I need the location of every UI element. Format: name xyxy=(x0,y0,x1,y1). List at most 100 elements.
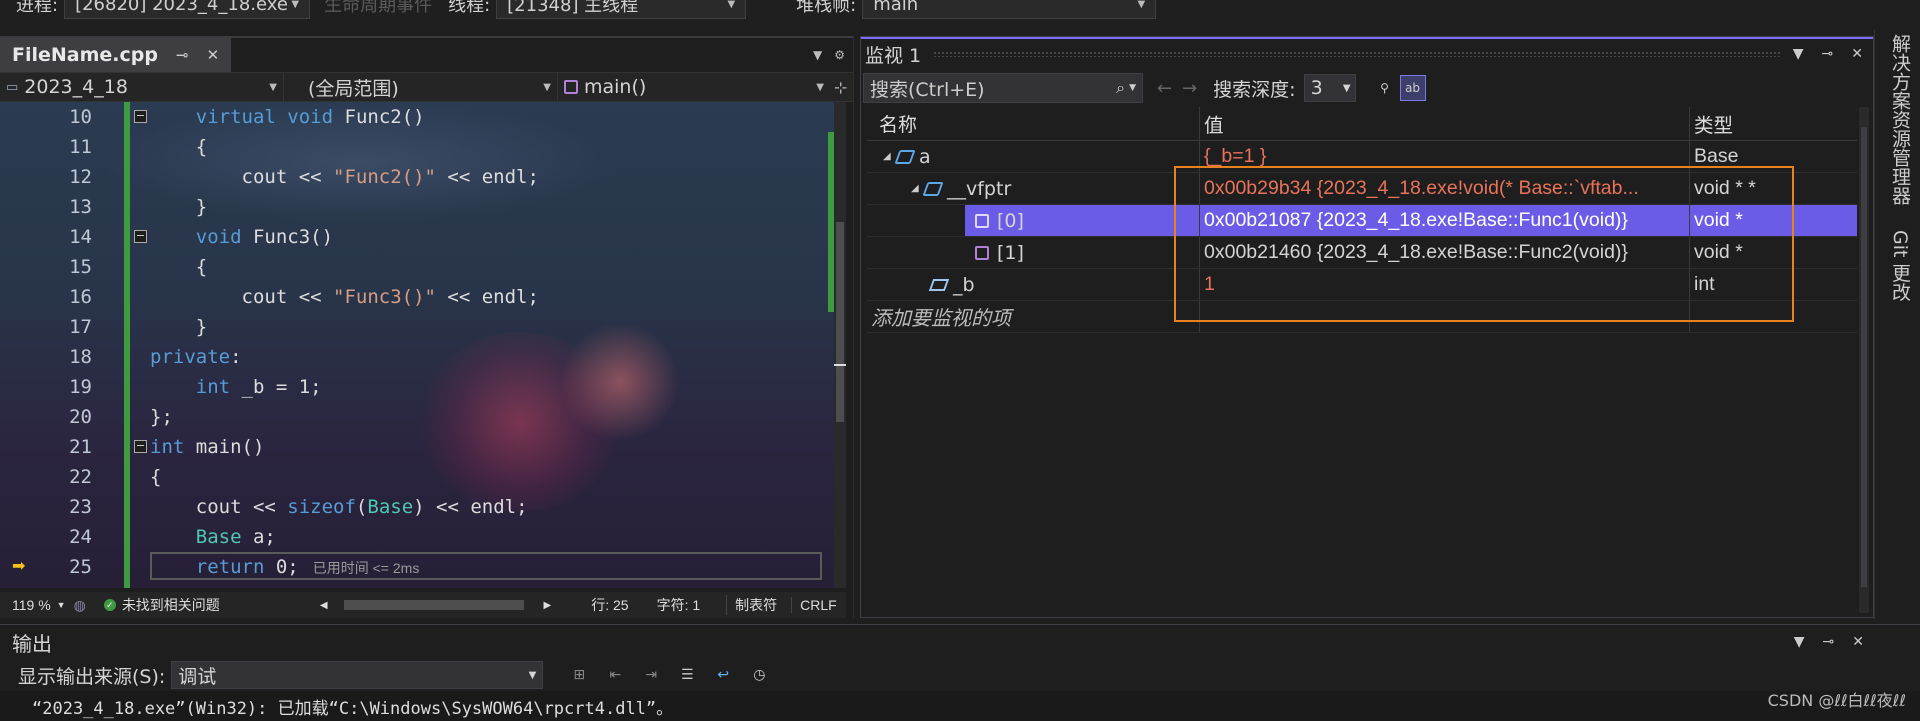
code-text: cout << "Func3()" << endl; xyxy=(150,286,539,308)
code-line[interactable]: 22 { xyxy=(0,462,830,492)
code-line[interactable]: 19 int _b = 1; xyxy=(0,372,830,402)
hex-display-toggle-icon[interactable]: ab xyxy=(1399,75,1426,101)
split-editor-icon[interactable]: ⊹ xyxy=(834,78,847,97)
code-line[interactable]: 26} xyxy=(0,582,830,588)
watch-row-value[interactable]: {_b=1 } xyxy=(1200,141,1690,172)
tab-filename-cpp[interactable]: FileName.cpp ⊸ ✕ xyxy=(0,38,232,72)
code-line[interactable]: 18 private: xyxy=(0,342,830,372)
lifecycle-events-button[interactable]: 生命周期事件 xyxy=(324,0,432,17)
watch-row-value[interactable]: 0x00b29b34 {2023_4_18.exe!void(* Base::`… xyxy=(1200,173,1690,204)
find-message-icon[interactable]: ⊞ xyxy=(567,663,591,687)
code-line[interactable]: 11 { xyxy=(0,132,830,162)
scrollbar-thumb[interactable] xyxy=(836,222,844,422)
scroll-left-icon[interactable]: ◀ xyxy=(320,600,328,611)
code-line[interactable]: 15 { xyxy=(0,252,830,282)
fold-toggle-icon[interactable]: − xyxy=(134,230,147,243)
process-dropdown[interactable]: [26820] 2023_4_18.exe ▼ xyxy=(64,0,311,19)
column-header-name[interactable]: 名称 xyxy=(867,107,1200,140)
code-line[interactable]: 13 } xyxy=(0,192,830,222)
code-line[interactable]: 24 Base a; xyxy=(0,522,830,552)
git-changes-tab[interactable]: Git 更改 xyxy=(1887,230,1914,302)
column-header-value[interactable]: 值 xyxy=(1200,107,1690,140)
line-indicator[interactable]: 行: 25 xyxy=(591,595,628,615)
close-icon[interactable]: ✕ xyxy=(1852,634,1864,650)
thread-dropdown[interactable]: [21348] 主线程 ▼ xyxy=(496,0,747,19)
char-indicator[interactable]: 字符: 1 xyxy=(657,595,701,615)
watch-row[interactable]: ◢ a {_b=1 } Base xyxy=(867,141,1857,173)
solution-explorer-tab[interactable]: 解决方案资源管理器 xyxy=(1887,34,1914,205)
drag-handle[interactable] xyxy=(933,51,1781,57)
watch-window: 监视 1 ▼ ⊸ ✕ 搜索(Ctrl+E) ⌕ ▼ ←→ 搜索深度: 3 ▼ ⚲… xyxy=(860,36,1874,618)
window-menu-icon[interactable]: ▼ xyxy=(1794,634,1805,650)
gear-icon[interactable]: ⚙ xyxy=(834,48,845,62)
code-text: }; xyxy=(150,406,173,428)
editor-vertical-scrollbar[interactable] xyxy=(834,102,846,588)
code-line[interactable]: 20}; xyxy=(0,402,830,432)
fold-toggle-icon[interactable]: − xyxy=(134,440,147,453)
code-line[interactable]: 10 − virtual void Func2() xyxy=(0,102,830,132)
pin-source-icon[interactable]: ⚲ xyxy=(1372,75,1398,101)
watch-row[interactable]: ◢ __vfptr 0x00b29b34 {2023_4_18.exe!void… xyxy=(867,173,1857,205)
watch-row[interactable]: _b 1 int xyxy=(867,269,1857,301)
watch-search-input[interactable]: 搜索(Ctrl+E) ⌕ ▼ xyxy=(863,73,1143,103)
add-watch-row[interactable]: 添加要监视的项 xyxy=(867,301,1857,333)
code-editor-pane: FileName.cpp ⊸ ✕ ▼ ⚙ ▭ 2023_4_18 ▼ (全局范围… xyxy=(0,36,854,618)
pin-icon[interactable]: ⊸ xyxy=(176,46,189,64)
close-icon[interactable]: ✕ xyxy=(1851,46,1863,62)
code-text: virtual void Func2() xyxy=(195,106,425,128)
code-line[interactable]: 17 } xyxy=(0,312,830,342)
column-header-type[interactable]: 类型 xyxy=(1690,107,1857,140)
search-depth-dropdown[interactable]: 3 ▼ xyxy=(1303,74,1356,102)
scroll-right-icon[interactable]: ▶ xyxy=(544,600,552,611)
timestamp-icon[interactable]: ◷ xyxy=(747,663,771,687)
watch-row-name: _b xyxy=(953,273,975,296)
chevron-down-icon[interactable]: ▼ xyxy=(1129,83,1136,93)
watch-row-value[interactable]: 0x00b21087 {2023_4_18.exe!Base::Func1(vo… xyxy=(1200,205,1690,236)
code-text: } xyxy=(150,582,161,588)
watch-vertical-scrollbar[interactable] xyxy=(1859,107,1869,613)
zoom-level[interactable]: 119 % xyxy=(12,597,51,613)
intellicode-icon[interactable]: ◍ xyxy=(74,597,86,614)
tab-list-dropdown-icon[interactable]: ▼ xyxy=(813,48,822,62)
watch-row-value[interactable]: 1 xyxy=(1200,269,1690,300)
project-dropdown[interactable]: ▭ 2023_4_18 ▼ xyxy=(0,73,284,101)
line-number: 12 xyxy=(69,166,92,188)
fold-toggle-icon[interactable]: − xyxy=(134,110,147,123)
code-line[interactable]: 21 − int main() xyxy=(0,432,830,462)
code-line[interactable]: 14 − void Func3() xyxy=(0,222,830,252)
pin-icon[interactable]: ⊸ xyxy=(1822,46,1834,62)
private-field-icon xyxy=(928,278,950,291)
code-area[interactable]: 10− virtual void Func2() 11 {12 cout << "… xyxy=(0,102,846,588)
line-ending-indicator[interactable]: CRLF xyxy=(791,597,837,613)
project-icon: ▭ xyxy=(6,79,19,95)
line-number: 18 xyxy=(69,346,92,368)
output-source-dropdown[interactable]: 调试 ▼ xyxy=(171,661,544,689)
pin-icon[interactable]: ⊸ xyxy=(1823,634,1835,650)
scope-dropdown[interactable]: (全局范围) ▼ xyxy=(284,73,558,101)
add-watch-placeholder[interactable]: 添加要监视的项 xyxy=(871,302,1011,331)
close-icon[interactable]: ✕ xyxy=(207,46,220,64)
scrollbar-thumb[interactable] xyxy=(1861,127,1867,587)
issues-status[interactable]: 未找到相关问题 xyxy=(122,595,220,615)
watch-row[interactable]: [1] 0x00b21460 {2023_4_18.exe!Base::Func… xyxy=(867,237,1857,269)
window-menu-icon[interactable]: ▼ xyxy=(1793,46,1804,62)
clear-all-icon[interactable]: ☰ xyxy=(675,663,699,687)
chevron-down-icon[interactable]: ▼ xyxy=(57,600,66,610)
horizontal-scrollbar[interactable] xyxy=(343,600,524,610)
search-navigation-arrows[interactable]: ←→ xyxy=(1157,78,1207,99)
watch-row-value[interactable]: 0x00b21460 {2023_4_18.exe!Base::Func2(vo… xyxy=(1200,237,1690,268)
next-message-icon[interactable]: ⇥ xyxy=(639,663,663,687)
word-wrap-icon[interactable]: ↩ xyxy=(711,663,735,687)
navigation-bar: ▭ 2023_4_18 ▼ (全局范围) ▼ main() ▼ ⊹ xyxy=(0,72,853,102)
function-value: main() xyxy=(584,76,647,98)
previous-message-icon[interactable]: ⇤ xyxy=(603,663,627,687)
search-icon[interactable]: ⌕ xyxy=(1116,78,1125,98)
function-dropdown[interactable]: main() ▼ xyxy=(558,73,830,101)
code-line[interactable]: 12 cout << "Func2()" << endl; xyxy=(0,162,830,192)
code-line[interactable]: 16 cout << "Func3()" << endl; xyxy=(0,282,830,312)
chevron-down-icon: ▼ xyxy=(727,0,736,10)
code-line[interactable]: 23 cout << sizeof(Base) << endl; xyxy=(0,492,830,522)
tabs-indicator[interactable]: 制表符 xyxy=(726,595,777,615)
watch-row-selected[interactable]: [0] 0x00b21087 {2023_4_18.exe!Base::Func… xyxy=(867,205,1857,237)
stack-frame-dropdown[interactable]: main ▼ xyxy=(862,0,1157,19)
